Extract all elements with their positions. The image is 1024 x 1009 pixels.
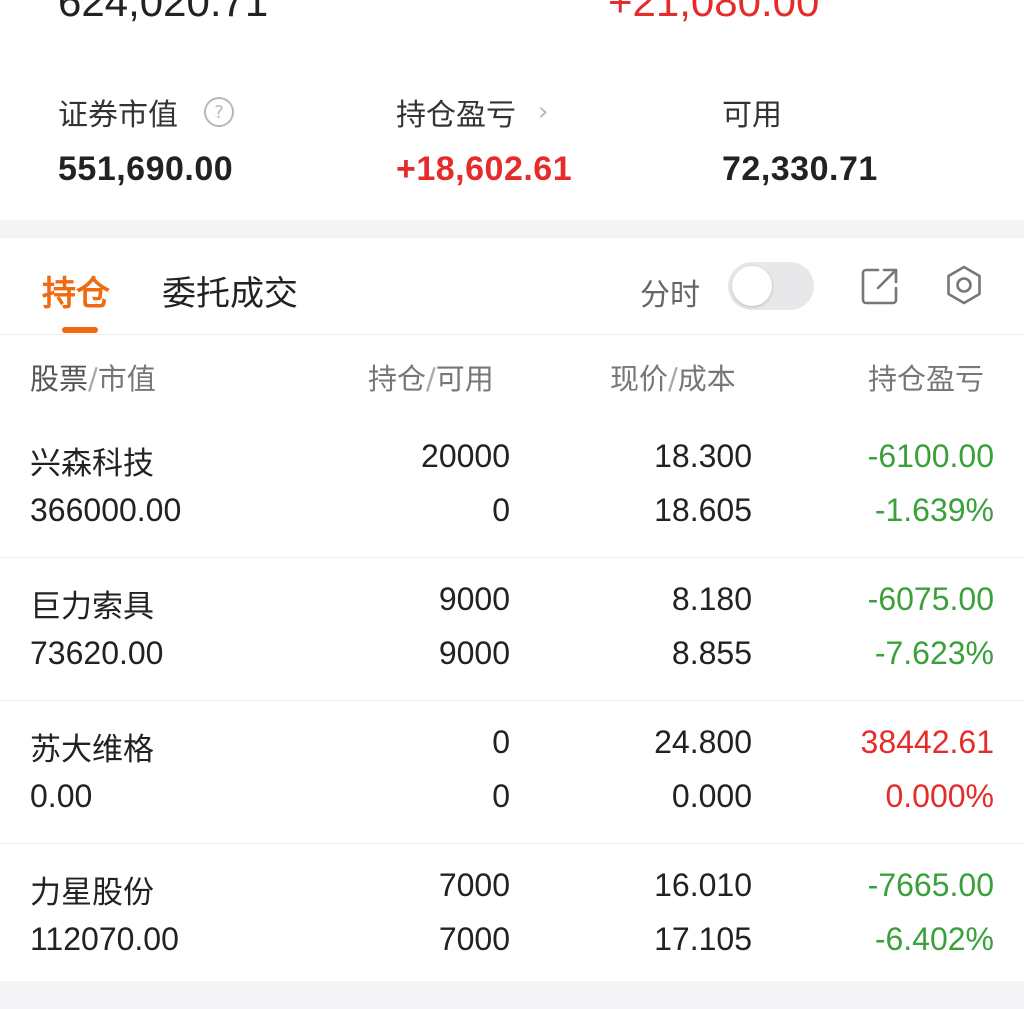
- market-value-label: 证券市值: [58, 98, 178, 133]
- tab-orders-trades[interactable]: 委托成交: [162, 266, 298, 315]
- chevron-right-icon: ›: [538, 97, 549, 127]
- stock-name: 力星股份: [30, 875, 154, 911]
- cost-price: 17.105: [654, 921, 752, 957]
- header-stock-market-value[interactable]: 股票/市值: [30, 356, 156, 398]
- position-pl-value: +18,602.61: [396, 150, 573, 188]
- stock-name: 苏大维格: [30, 732, 154, 768]
- stock-market-value: 73620.00: [30, 635, 164, 671]
- position-pl-percent: 0.000%: [885, 778, 994, 814]
- table-row[interactable]: 巨力索具 73620.00 9000 9000 8.180 8.855 -607…: [0, 557, 1024, 701]
- position-pl-label: 持仓盈亏: [396, 98, 516, 133]
- available-value: 72,330.71: [722, 150, 878, 188]
- available-qty: 0: [492, 492, 510, 528]
- stock-market-value: 366000.00: [30, 492, 182, 528]
- header-position-available[interactable]: 持仓/可用: [368, 356, 494, 398]
- position-qty: 20000: [421, 438, 510, 474]
- current-price: 16.010: [654, 867, 752, 903]
- tab-positions[interactable]: 持仓: [42, 266, 110, 315]
- table-row[interactable]: 兴森科技 366000.00 20000 0 18.300 18.605 -61…: [0, 414, 1024, 558]
- table-row[interactable]: 力星股份 112070.00 7000 7000 16.010 17.105 -…: [0, 843, 1024, 981]
- current-price: 8.180: [671, 581, 752, 617]
- intraday-label: 分时: [640, 278, 700, 313]
- cost-price: 18.605: [654, 492, 752, 528]
- position-pl: -7665.00: [867, 867, 994, 903]
- header-position-pl[interactable]: 持仓盈亏: [868, 356, 994, 398]
- cost-price: 8.855: [671, 635, 752, 671]
- total-assets-value: 624,020.71: [58, 0, 269, 25]
- table-header: 股票/市值 持仓/可用 现价/成本 持仓盈亏: [0, 334, 1024, 414]
- share-icon[interactable]: [858, 264, 902, 308]
- current-price: 18.300: [654, 438, 752, 474]
- market-value-metric: 证券市值 ? 551,690.00: [58, 90, 234, 189]
- stock-market-value: 0.00: [30, 778, 93, 814]
- available-label: 可用: [722, 98, 782, 133]
- toggle-knob: [732, 266, 772, 306]
- top-summary-row: 624,020.71 +21,080.00: [0, 0, 1024, 38]
- intraday-toggle[interactable]: [728, 262, 814, 310]
- stock-market-value: 112070.00: [30, 921, 179, 957]
- current-price: 24.800: [654, 724, 752, 760]
- tab-bar: 持仓 委托成交 分时: [0, 238, 1024, 335]
- market-value-value: 551,690.00: [58, 150, 234, 188]
- cost-price: 0.000: [671, 778, 752, 814]
- stock-name: 兴森科技: [30, 446, 154, 482]
- stock-name: 巨力索具: [30, 589, 154, 625]
- available-qty: 9000: [438, 635, 510, 671]
- position-pl-percent: -6.402%: [874, 921, 994, 957]
- position-pl-metric[interactable]: 持仓盈亏 › +18,602.61: [396, 90, 572, 189]
- day-pl-value: +21,080.00: [608, 0, 820, 25]
- gear-icon[interactable]: [942, 264, 986, 308]
- header-price-cost[interactable]: 现价/成本: [610, 356, 736, 398]
- available-qty: 0: [492, 778, 510, 814]
- available-qty: 7000: [438, 921, 510, 957]
- positions-page: 624,020.71 +21,080.00 证券市值 ? 551,690.00 …: [0, 0, 1024, 1009]
- position-qty: 0: [492, 724, 510, 760]
- position-pl-percent: -7.623%: [874, 635, 994, 671]
- bottom-divider: [0, 981, 1024, 1009]
- table-row[interactable]: 苏大维格 0.00 0 0 24.800 0.000 38442.61 0.00…: [0, 700, 1024, 844]
- help-icon[interactable]: ?: [204, 97, 234, 127]
- section-divider: [0, 220, 1024, 238]
- position-qty: 9000: [438, 581, 510, 617]
- position-qty: 7000: [438, 867, 510, 903]
- available-metric: 可用 72,330.71: [722, 90, 878, 189]
- active-tab-indicator: [62, 327, 98, 333]
- position-pl: 38442.61: [860, 724, 994, 760]
- position-pl-percent: -1.639%: [874, 492, 994, 528]
- position-pl: -6100.00: [867, 438, 994, 474]
- position-pl: -6075.00: [867, 581, 994, 617]
